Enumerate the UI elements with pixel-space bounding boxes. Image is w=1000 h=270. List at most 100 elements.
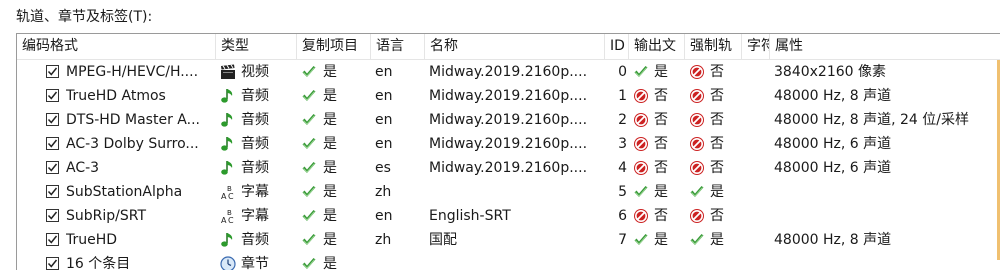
- track-copy: 是: [323, 208, 337, 224]
- track-row[interactable]: AC-3 音频 是 es Midway.2019.2160p.... 4 否 否 48000 H…: [17, 156, 1000, 180]
- no-icon: [689, 160, 705, 176]
- col-header-id[interactable]: ID: [605, 34, 629, 59]
- track-properties: 48000 Hz, 6 声道: [774, 136, 892, 152]
- track-row[interactable]: TrueHD Atmos 音频 是 en Midway.2019.2160p.... 1 否…: [17, 84, 1000, 108]
- track-row[interactable]: SubRip/SRT B A C 字幕 是 en English-SRT 6 否 否: [17, 204, 1000, 228]
- track-properties: [774, 204, 999, 228]
- track-row[interactable]: 16 个条目 章节 是: [17, 252, 1000, 270]
- track-enabled-checkbox[interactable]: [46, 209, 59, 222]
- track-properties: 48000 Hz, 8 声道: [774, 232, 892, 248]
- col-header-charset[interactable]: 字符: [742, 34, 770, 59]
- track-type: 视频: [241, 64, 269, 80]
- track-properties: [774, 252, 999, 270]
- track-enabled-checkbox[interactable]: [46, 89, 59, 102]
- track-output: 否: [654, 208, 668, 224]
- track-id: 4: [618, 160, 627, 176]
- track-forced: 否: [710, 88, 724, 104]
- col-header-output[interactable]: 输出文: [629, 34, 685, 59]
- svg-text:A: A: [221, 216, 227, 224]
- check-icon: [633, 64, 649, 80]
- subtitle-icon: BAC: [220, 208, 236, 225]
- video-icon: [220, 64, 236, 80]
- no-icon: [633, 160, 649, 176]
- track-enabled-checkbox[interactable]: [46, 257, 59, 270]
- track-language: en: [375, 208, 393, 224]
- svg-text:C: C: [228, 216, 234, 224]
- col-header-properties[interactable]: 属性: [770, 34, 1000, 59]
- track-codec: AC-3: [66, 160, 100, 176]
- track-language: en: [375, 88, 393, 104]
- track-forced: 是: [710, 184, 724, 200]
- chapter-icon: [220, 256, 236, 270]
- track-id: 7: [618, 232, 627, 248]
- track-name: Midway.2019.2160p....: [429, 112, 588, 128]
- track-name: Midway.2019.2160p....: [429, 64, 588, 80]
- track-output: 否: [654, 160, 668, 176]
- no-icon: [633, 208, 649, 224]
- check-icon: [301, 160, 317, 176]
- track-enabled-checkbox[interactable]: [46, 233, 59, 246]
- audio-icon: [220, 112, 236, 128]
- no-icon: [633, 88, 649, 104]
- track-name: 国配: [429, 232, 457, 248]
- track-properties: [774, 180, 999, 204]
- track-output: 是: [654, 184, 668, 200]
- track-output: 是: [654, 64, 668, 80]
- col-header-forced[interactable]: 强制轨: [685, 34, 742, 59]
- track-id: 5: [618, 184, 627, 200]
- track-id: 3: [618, 136, 627, 152]
- track-language: [375, 252, 423, 270]
- track-language: es: [375, 160, 391, 176]
- tracks-section-label: 轨道、章节及标签(T):: [16, 9, 153, 25]
- track-enabled-checkbox[interactable]: [46, 65, 59, 78]
- track-copy: 是: [323, 136, 337, 152]
- col-header-name[interactable]: 名称: [425, 34, 605, 59]
- track-row[interactable]: DTS-HD Master A... 音频 是 en Midway.2019.2160p…: [17, 108, 1000, 132]
- audio-icon: [220, 136, 236, 152]
- track-output: 是: [654, 232, 668, 248]
- no-icon: [633, 112, 649, 128]
- audio-icon: [220, 160, 236, 176]
- track-language: en: [375, 64, 393, 80]
- no-icon: [689, 112, 705, 128]
- track-row[interactable]: AC-3 Dolby Surro... 音频 是 en Midway.2019.2160…: [17, 132, 1000, 156]
- track-properties: 48000 Hz, 8 声道, 24 位/采样: [774, 112, 970, 128]
- col-header-copy[interactable]: 复制项目: [297, 34, 371, 59]
- check-icon: [689, 232, 705, 248]
- track-forced: 否: [710, 64, 724, 80]
- check-icon: [301, 64, 317, 80]
- track-properties: 48000 Hz, 8 声道: [774, 88, 892, 104]
- track-enabled-checkbox[interactable]: [46, 185, 59, 198]
- track-enabled-checkbox[interactable]: [46, 113, 59, 126]
- no-icon: [633, 136, 649, 152]
- track-name: [429, 180, 603, 204]
- track-copy: 是: [323, 256, 337, 270]
- track-enabled-checkbox[interactable]: [46, 161, 59, 174]
- track-forced: 否: [710, 112, 724, 128]
- track-copy: 是: [323, 112, 337, 128]
- check-icon: [301, 232, 317, 248]
- tracks-list[interactable]: 编码格式 类型 复制项目 语言 名称 ID 输出文 强制轨 字符 属性 MPEG…: [16, 33, 1000, 270]
- track-type: 字幕: [241, 208, 269, 224]
- track-type: 音频: [241, 160, 269, 176]
- track-forced: [710, 252, 740, 270]
- col-header-codec[interactable]: 编码格式: [17, 34, 216, 59]
- track-language: zh: [375, 232, 392, 248]
- track-copy: 是: [323, 88, 337, 104]
- track-codec: DTS-HD Master A...: [66, 112, 200, 128]
- col-header-language[interactable]: 语言: [371, 34, 425, 59]
- track-output: 否: [654, 112, 668, 128]
- check-icon: [301, 136, 317, 152]
- track-forced: 否: [710, 160, 724, 176]
- col-header-type[interactable]: 类型: [216, 34, 297, 59]
- track-enabled-checkbox[interactable]: [46, 137, 59, 150]
- track-id: 6: [618, 208, 627, 224]
- track-output: 否: [654, 88, 668, 104]
- track-codec: SubStationAlpha: [66, 184, 183, 200]
- track-type: 音频: [241, 112, 269, 128]
- track-row[interactable]: SubStationAlpha B A C 字幕 是 zh 5 是 是: [17, 180, 1000, 204]
- check-icon: [301, 88, 317, 104]
- svg-text:A: A: [221, 192, 227, 200]
- track-row[interactable]: TrueHD 音频 是 zh 国配 7 是 是 48000 Hz, 8 声道: [17, 228, 1000, 252]
- track-row[interactable]: MPEG-H/HEVC/H.... 视频 是 en Midway.2019.2160p.…: [17, 60, 1000, 84]
